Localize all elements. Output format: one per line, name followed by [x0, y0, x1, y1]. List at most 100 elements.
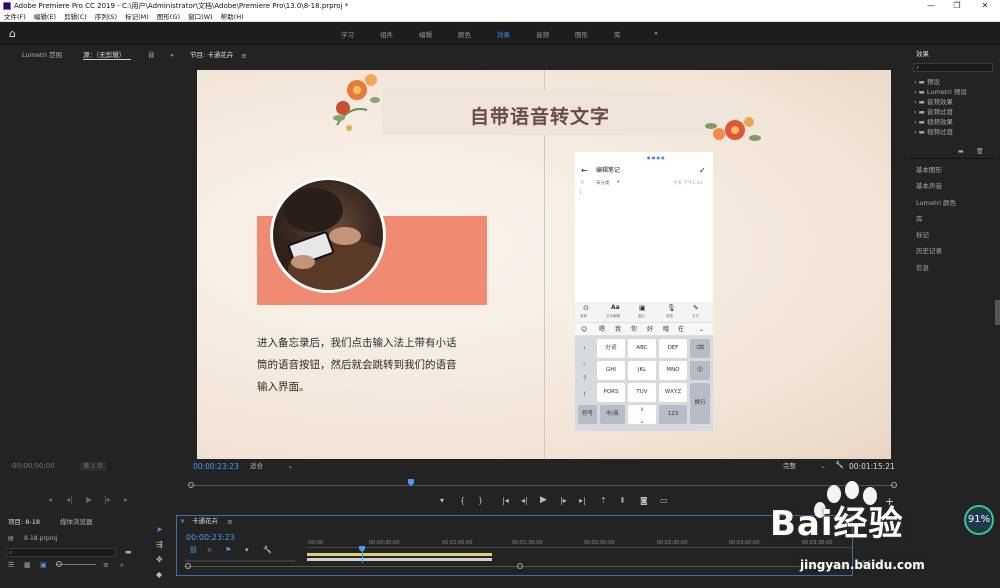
menu-bar: 文件(F) 编辑(E) 剪辑(C) 序列(S) 标记(M) 图形(G) 窗口(W…	[0, 12, 1000, 22]
source-step-back-icon[interactable]: ◂|	[66, 495, 73, 504]
effects-tree-item[interactable]: › ▬ Lumetri 预设	[914, 87, 967, 97]
quality-dropdown[interactable]: 完整 ⌄	[783, 461, 828, 471]
section-markers[interactable]: 标记	[916, 227, 956, 243]
program-menu-icon[interactable]: ≡	[241, 52, 247, 60]
comparison-view-icon[interactable]: ▭	[660, 496, 668, 505]
section-info[interactable]: 信息	[916, 260, 956, 276]
track-video-clip[interactable]	[307, 553, 492, 556]
new-bin-icon[interactable]: ▬	[125, 548, 132, 556]
menu-clip[interactable]: 剪辑(C)	[64, 13, 87, 21]
workspace-tab-assembly[interactable]: 组件	[380, 29, 393, 39]
timeline-settings-wrench-icon[interactable]: 🔧	[263, 546, 272, 554]
step-back-icon[interactable]: ◂|	[521, 496, 528, 505]
tab-audio-clip-mixer[interactable]: 音	[148, 48, 155, 62]
effects-tree-item[interactable]: › ▬ 音频过渡	[914, 107, 967, 117]
workspace-tab-effects[interactable]: 效果	[497, 29, 510, 39]
list-view-icon[interactable]: ☰	[8, 561, 14, 569]
tab-media-browser[interactable]: 媒体浏览器	[60, 515, 93, 529]
project-search-input[interactable]: ⌕	[6, 548, 116, 557]
extract-icon[interactable]: ⇞	[619, 496, 626, 505]
home-icon[interactable]: ⌂	[9, 28, 21, 40]
section-lumetri-color[interactable]: Lumetri 颜色	[916, 195, 956, 211]
workspace-tab-libraries[interactable]: 库	[614, 29, 621, 39]
step-forward-icon[interactable]: |▸	[560, 496, 567, 505]
menu-edit[interactable]: 编辑(E)	[34, 13, 56, 21]
workspace-tab-editing[interactable]: 编辑	[419, 29, 432, 39]
source-play-icon[interactable]: ▶	[86, 495, 92, 504]
scrub-start-handle[interactable]	[188, 482, 194, 488]
workspace-tab-color[interactable]: 颜色	[458, 29, 471, 39]
icon-view-icon[interactable]: ▦	[24, 561, 31, 569]
fit-dropdown[interactable]: 适合 ⌄	[250, 461, 295, 471]
effects-panel-title[interactable]: 效果	[916, 47, 929, 61]
tab-project[interactable]: 项目: 8-18	[8, 515, 40, 529]
source-page-indicator[interactable]: 第 1 页	[80, 462, 106, 471]
source-insert-icon[interactable]: ▸	[124, 495, 128, 504]
freeform-view-icon[interactable]: ▣	[40, 561, 47, 569]
search-bin-icon[interactable]: ⌕	[120, 561, 124, 570]
workspace-tab-learn[interactable]: 学习	[341, 29, 354, 39]
menu-graphics[interactable]: 图形(G)	[157, 13, 180, 21]
linked-selection-icon[interactable]: ⚑	[225, 546, 231, 554]
zoom-slider[interactable]	[56, 564, 96, 565]
menu-file[interactable]: 文件(F)	[4, 13, 26, 21]
add-marker-icon[interactable]: ▾	[440, 496, 444, 505]
source-panel-overflow[interactable]: »	[170, 48, 174, 62]
play-icon[interactable]: ▶	[540, 495, 547, 505]
cpu-usage-badge[interactable]: 91%	[964, 505, 994, 535]
section-essential-sound[interactable]: 基本声音	[916, 178, 956, 194]
maximize-icon[interactable]: ❐	[944, 0, 970, 12]
timeline-close-icon[interactable]: ✕	[180, 518, 185, 525]
snap-icon[interactable]: ∩	[207, 546, 212, 554]
tab-lumetri-scopes[interactable]: Lumetri 范围	[22, 48, 62, 62]
menu-sequence[interactable]: 序列(S)	[95, 13, 117, 21]
timeline-zoom-start-handle[interactable]	[185, 563, 191, 569]
timeline-zoom-end-handle[interactable]	[517, 563, 523, 569]
timeline-timecode[interactable]: 00:00:23:23	[186, 533, 235, 542]
nest-icon[interactable]: ⛓	[189, 546, 198, 554]
program-timecode[interactable]: 00:00:23:23	[193, 462, 239, 471]
delete-icon[interactable]: 🗑	[976, 148, 984, 155]
effects-tree-item[interactable]: › ▬ 视频过渡	[914, 127, 967, 137]
right-scrollbar[interactable]	[995, 300, 1000, 325]
track-audio-clip[interactable]	[307, 558, 492, 561]
effects-search-input[interactable]: ⌕	[913, 63, 993, 72]
timeline-marker-icon[interactable]: ▾	[245, 546, 249, 554]
section-libraries[interactable]: 库	[916, 211, 956, 227]
source-mark-in-icon[interactable]: ◂	[48, 495, 52, 504]
tab-timeline-sequence[interactable]: 卡通花卉	[192, 514, 218, 528]
settings-wrench-icon[interactable]: 🔧	[835, 461, 844, 469]
mark-in-icon[interactable]: {	[460, 496, 465, 505]
menu-help[interactable]: 帮助(H)	[221, 13, 244, 21]
tab-program-monitor[interactable]: 节目: 卡通花卉	[190, 48, 233, 62]
effects-tree-item[interactable]: › ▬ 视频效果	[914, 117, 967, 127]
effects-tree-item[interactable]: › ▬ 音频效果	[914, 97, 967, 107]
kb-emoji-icon: ☺	[690, 361, 710, 380]
section-history[interactable]: 历史记录	[916, 243, 956, 259]
mark-out-icon[interactable]: }	[478, 496, 483, 505]
source-timecode[interactable]: 00;00;00;00	[12, 462, 55, 470]
menu-window[interactable]: 窗口(W)	[188, 13, 213, 21]
close-icon[interactable]: ✕	[972, 0, 998, 12]
razor-tool-icon[interactable]: ◆	[156, 570, 162, 579]
minimize-icon[interactable]: —	[918, 0, 944, 12]
ripple-edit-tool-icon[interactable]: ✥	[156, 555, 163, 564]
go-to-in-icon[interactable]: |◂	[502, 496, 509, 505]
lift-icon[interactable]: ⇡	[600, 496, 607, 505]
selection-tool-icon[interactable]: ➤	[156, 525, 163, 534]
sort-icon[interactable]: ≡	[103, 561, 109, 569]
go-to-out-icon[interactable]: ▸|	[579, 496, 586, 505]
workspace-tab-graphics[interactable]: 图形	[575, 29, 588, 39]
source-step-forward-icon[interactable]: |▸	[104, 495, 111, 504]
effects-tree-item[interactable]: › ▬ 预设	[914, 77, 967, 87]
track-select-tool-icon[interactable]: ⇶	[156, 540, 163, 549]
export-frame-icon[interactable]: ◙	[640, 496, 648, 505]
zoom-slider-handle[interactable]	[56, 561, 62, 567]
kb-key: MNO	[659, 361, 687, 380]
menu-marker[interactable]: 标记(M)	[125, 13, 149, 21]
timeline-menu-icon[interactable]: ≡	[227, 518, 233, 526]
workspace-overflow-button[interactable]: »	[654, 29, 658, 37]
workspace-tab-audio[interactable]: 音频	[536, 29, 549, 39]
section-essential-graphics[interactable]: 基本图形	[916, 162, 956, 178]
new-folder-icon[interactable]: ▬	[958, 148, 964, 155]
